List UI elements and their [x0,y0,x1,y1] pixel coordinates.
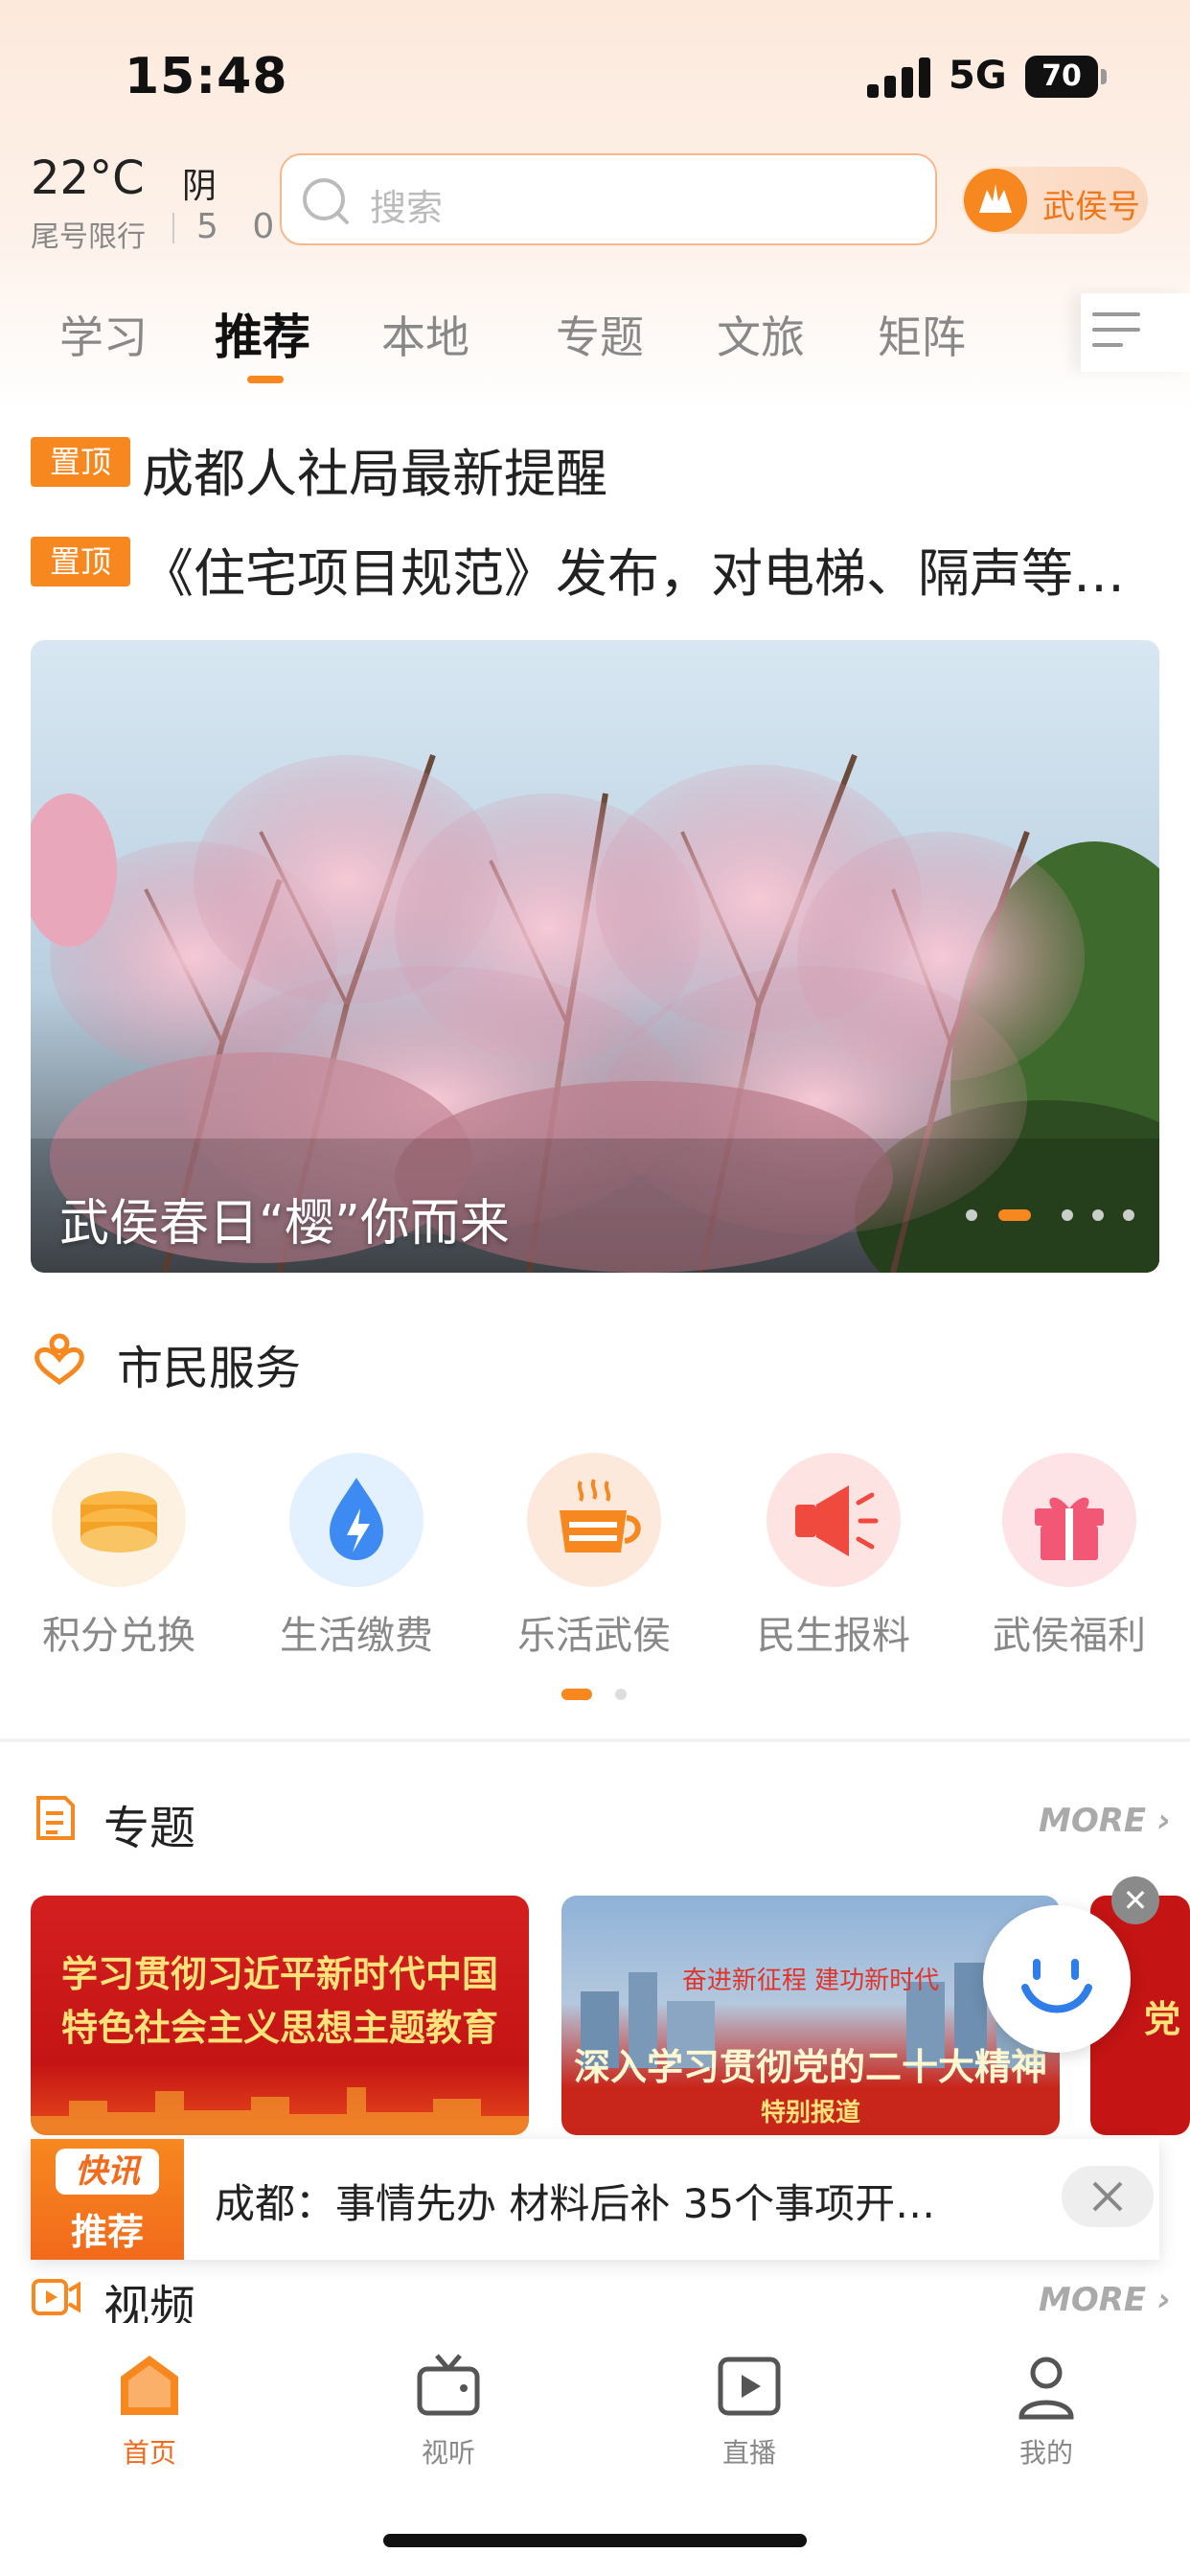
chevron-right-icon: › [1146,2281,1172,2319]
restriction-divider [172,213,174,243]
chevron-right-icon: › [1146,1802,1172,1840]
section-divider [0,1738,1190,1742]
battery-level: 70 [1025,56,1098,98]
service-heart-icon [34,1333,84,1386]
service-lehuo-wuhou[interactable] [527,1453,661,1587]
close-icon[interactable]: ✕ [1111,1876,1159,1924]
user-icon [1018,2357,1074,2420]
news-flash-badge-top: 快讯 [56,2149,159,2195]
topics-more-link[interactable]: MORE › [1039,1802,1171,1840]
section-title-services: 市民服务 [117,1342,302,1395]
carousel-dot [1092,1209,1104,1221]
temperature: 22°C [31,151,145,205]
close-icon [1092,2181,1123,2212]
search-placeholder: 搜索 [370,187,444,229]
status-time: 15:48 [125,48,288,105]
active-tab-indicator [247,376,284,383]
topic-card-title: 党 [1144,1998,1181,2040]
pinned-title: 《住宅项目规范》发布，对电梯、隔声等… [142,543,1125,604]
news-flash-close-button[interactable] [1062,2166,1154,2227]
tea-cup-icon [560,1479,641,1552]
carousel-dot [1123,1209,1134,1221]
tabbar-label: 我的 [1018,2437,1073,2469]
more-label: MORE [1039,1802,1147,1840]
water-drop-icon [330,1478,383,1560]
service-label: 积分兑换 [42,1614,195,1658]
traffic-restriction-numbers: 5 0 [196,207,286,246]
gift-icon [1035,1497,1104,1560]
search-input[interactable]: 搜索 [280,153,937,245]
news-flash-bar[interactable]: 快讯 推荐 成都：事情先办 材料后补 35个事项开… [31,2139,1159,2260]
tab-topics[interactable]: 专题 [556,303,644,366]
tv-icon [417,2354,480,2416]
service-wuhou-welfare[interactable] [1002,1453,1136,1587]
service-label: 乐活武侯 [517,1614,671,1658]
section-title-topics: 专题 [103,1802,196,1855]
topic-card-subtitle: 特别报道 [760,2099,860,2128]
banner-image [31,640,1159,1273]
megaphone-icon [795,1485,879,1556]
videos-more-link[interactable]: MORE › [1039,2281,1171,2319]
banner-caption: 武侯春日“樱”你而来 [59,1195,510,1253]
signal-icon [867,58,930,98]
services-pager [615,1689,627,1700]
service-label: 生活缴费 [280,1614,433,1658]
network-type: 5G [949,54,1007,98]
channel-menu-button[interactable] [1081,293,1190,372]
weather-condition: 阴 [182,167,217,206]
tab-recommend[interactable]: 推荐 [215,299,310,368]
wuhou-account-label: 武侯号 [1042,188,1140,226]
services-pager-active [561,1689,592,1700]
wuhou-account-button[interactable]: 武侯号 [962,167,1148,234]
home-indicator [383,2534,807,2547]
video-icon [32,2279,80,2315]
menu-icon [1092,312,1140,347]
tab-culture-travel[interactable]: 文旅 [717,303,805,366]
search-icon [303,178,349,224]
assistant-bot-button[interactable] [983,1905,1131,2053]
tabbar-label: 首页 [122,2437,176,2469]
news-flash-badge: 快讯 推荐 [31,2139,184,2260]
tab-study[interactable]: 学习 [59,303,148,366]
tab-matrix[interactable]: 矩阵 [878,303,966,366]
news-flash-badge-bottom: 推荐 [70,2211,144,2253]
skyline-decoration [31,2087,529,2135]
service-points-exchange[interactable] [52,1453,186,1587]
pinned-tag: 置顶 [31,537,130,586]
coins-icon [80,1491,157,1552]
service-citizen-report[interactable] [767,1453,901,1587]
carousel-dot [1062,1209,1073,1221]
home-icon [121,2356,178,2415]
carousel-dot [966,1209,977,1221]
service-utility-payment[interactable] [289,1453,423,1587]
topic-document-icon [36,1796,75,1840]
more-label: MORE [1039,2281,1147,2319]
tabbar-label: 直播 [721,2437,776,2469]
banner-carousel[interactable]: 武侯春日“樱”你而来 [31,640,1159,1273]
pinned-title: 成都人社局最新提醒 [142,444,607,504]
battery-icon: 70 [1025,56,1108,98]
topic-card-title: 学习贯彻习近平新时代中国特色社会主义思想主题教育 [60,1953,498,2049]
tab-local[interactable]: 本地 [381,303,469,366]
traffic-restriction-label: 尾号限行 [31,220,146,254]
play-icon [718,2357,781,2416]
smile-icon [1021,1959,1092,2013]
service-label: 武侯福利 [993,1614,1146,1658]
carousel-indicator [966,1206,1157,1225]
wuhou-logo-icon [964,169,1027,232]
tabbar-label: 视听 [421,2437,475,2469]
topic-card[interactable]: 学习贯彻习近平新时代中国特色社会主义思想主题教育 [31,1896,529,2135]
carousel-dot-active [998,1209,1031,1221]
pinned-tag: 置顶 [31,437,130,487]
service-label: 民生报料 [757,1614,910,1658]
news-flash-text: 成都：事情先办 材料后补 35个事项开… [215,2180,936,2227]
